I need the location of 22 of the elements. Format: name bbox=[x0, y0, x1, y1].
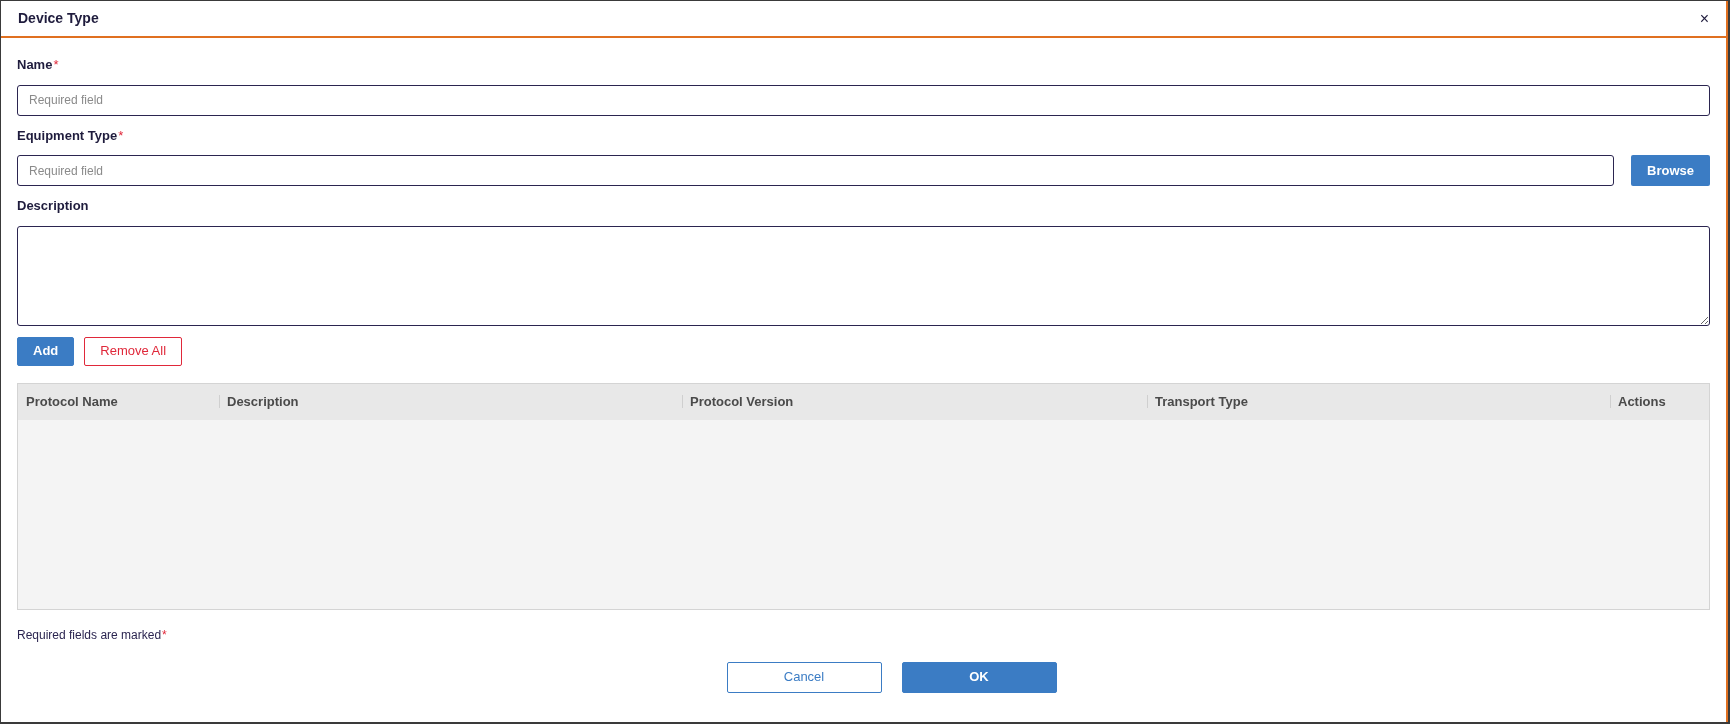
required-mark: * bbox=[162, 626, 167, 644]
remove-all-button[interactable]: Remove All bbox=[84, 336, 183, 366]
required-note: Required fields are marked bbox=[17, 626, 162, 644]
close-button[interactable]: × bbox=[1699, 10, 1709, 27]
column-header[interactable]: Protocol Name bbox=[26, 391, 118, 412]
column-header[interactable]: Protocol Version bbox=[690, 391, 794, 412]
text-field[interactable]: Required field bbox=[17, 155, 1614, 186]
field-label: Equipment Type bbox=[17, 126, 118, 145]
field-label: Name bbox=[17, 56, 53, 74]
text-field[interactable]: Required field bbox=[17, 84, 1710, 116]
add-button[interactable]: Add bbox=[17, 336, 75, 366]
column-header[interactable]: Actions bbox=[1618, 391, 1666, 412]
column-header[interactable]: Description bbox=[227, 391, 299, 412]
ok-button[interactable]: OK bbox=[901, 661, 1057, 693]
required-mark: * bbox=[118, 126, 124, 145]
field-label: Description bbox=[17, 197, 89, 215]
required-mark: * bbox=[53, 56, 59, 74]
column-header[interactable]: Transport Type bbox=[1155, 391, 1248, 412]
cancel-button[interactable]: Cancel bbox=[726, 661, 882, 693]
dialog-title: Device Type bbox=[18, 9, 99, 28]
description-textarea[interactable] bbox=[17, 225, 1710, 326]
browse-button[interactable]: Browse bbox=[1631, 155, 1710, 186]
